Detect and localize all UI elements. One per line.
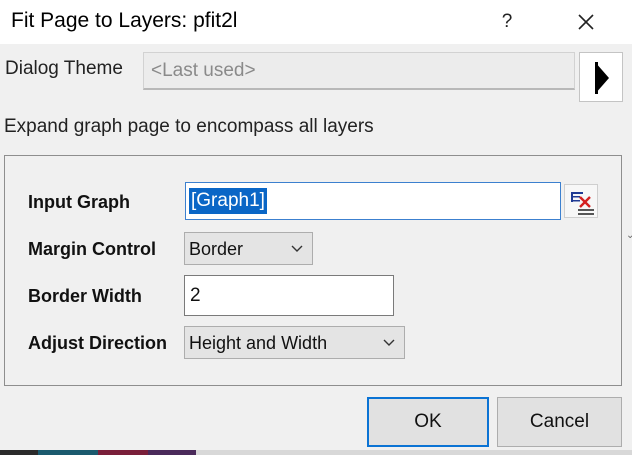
- close-icon: [578, 14, 594, 30]
- ok-button[interactable]: OK: [367, 397, 489, 447]
- input-graph-field[interactable]: [Graph1]: [185, 182, 561, 220]
- window-title: Fit Page to Layers: pfit2l: [11, 9, 238, 32]
- triangle-right-icon: [595, 62, 609, 94]
- adjust-direction-select[interactable]: Height and Width: [184, 326, 405, 359]
- input-graph-value: [Graph1]: [189, 188, 267, 214]
- adjust-direction-value: Height and Width: [189, 333, 328, 353]
- margin-control-select[interactable]: Border: [184, 232, 313, 265]
- input-graph-label: Input Graph: [28, 192, 130, 212]
- chevron-down-icon: [291, 245, 303, 252]
- dialog-theme-value: <Last used>: [151, 60, 256, 81]
- background-edge-mark: ⌄: [626, 230, 632, 241]
- dialog-theme-combo[interactable]: <Last used>: [143, 52, 575, 90]
- adjust-direction-label: Adjust Direction: [28, 333, 168, 353]
- background-strip: [0, 450, 632, 455]
- margin-control-label: Margin Control: [28, 239, 156, 259]
- border-width-value: 2: [190, 285, 201, 306]
- border-width-field[interactable]: 2: [184, 275, 394, 316]
- border-width-label: Border Width: [28, 286, 142, 306]
- close-button[interactable]: [566, 7, 606, 37]
- graph-picker-icon: [571, 192, 594, 215]
- margin-control-value: Border: [189, 239, 244, 259]
- cancel-button[interactable]: Cancel: [497, 397, 622, 447]
- dialog-description: Expand graph page to encompass all layer…: [4, 116, 374, 137]
- title-bar: Fit Page to Layers: pfit2l ?: [0, 0, 632, 44]
- dialog-theme-menu-button[interactable]: [579, 52, 623, 102]
- dialog-theme-label: Dialog Theme: [5, 58, 123, 79]
- select-graph-button[interactable]: [564, 184, 598, 218]
- help-button[interactable]: ?: [492, 8, 522, 36]
- chevron-down-icon: [383, 339, 395, 346]
